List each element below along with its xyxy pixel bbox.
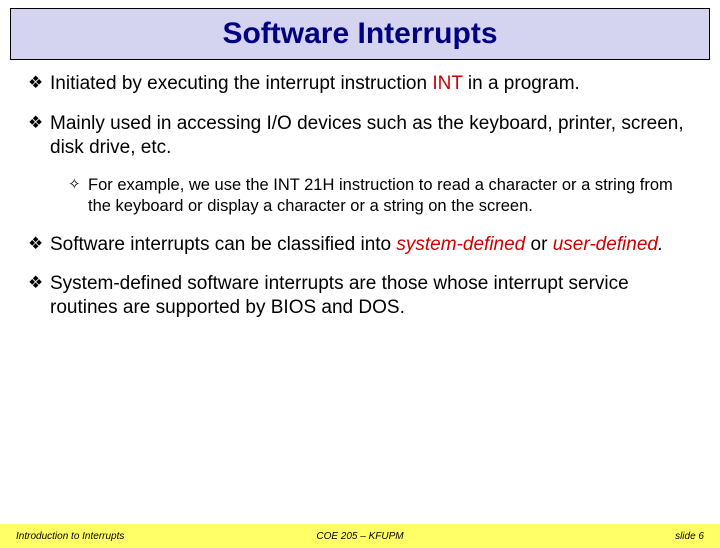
text-segment: .	[658, 234, 663, 255]
slide-footer: Introduction to Interrupts COE 205 – KFU…	[0, 524, 720, 548]
bullet-item: ❖ Initiated by executing the interrupt i…	[28, 72, 692, 96]
bullet-marker-icon: ❖	[28, 233, 50, 256]
emphasis-system-defined: system-defined	[396, 234, 525, 255]
sub-bullet-marker-icon: ✧	[68, 175, 88, 195]
bullet-item: ❖ System-defined software interrupts are…	[28, 272, 692, 320]
bullet-marker-icon: ❖	[28, 272, 50, 295]
bullet-text: Mainly used in accessing I/O devices suc…	[50, 112, 692, 160]
bullet-item: ❖ Mainly used in accessing I/O devices s…	[28, 112, 692, 160]
bullet-text: For example, we use the INT 21H instruct…	[88, 175, 692, 216]
slide-content: ❖ Initiated by executing the interrupt i…	[0, 60, 720, 320]
title-bar: Software Interrupts	[10, 8, 710, 60]
keyword-int: INT	[432, 73, 462, 94]
emphasis-user-defined: user-defined	[553, 234, 658, 255]
sub-bullet-item: ✧ For example, we use the INT 21H instru…	[68, 175, 692, 216]
bullet-text: Software interrupts can be classified in…	[50, 233, 663, 257]
text-segment: Initiated by executing the interrupt ins…	[50, 73, 432, 94]
slide-title: Software Interrupts	[222, 17, 497, 51]
text-segment: Software interrupts can be classified in…	[50, 234, 396, 255]
text-segment: in a program.	[463, 73, 580, 94]
text-segment: or	[525, 234, 552, 255]
bullet-text: System-defined software interrupts are t…	[50, 272, 692, 320]
bullet-text: Initiated by executing the interrupt ins…	[50, 72, 580, 96]
bullet-marker-icon: ❖	[28, 112, 50, 135]
bullet-marker-icon: ❖	[28, 72, 50, 95]
bullet-item: ❖ Software interrupts can be classified …	[28, 233, 692, 257]
